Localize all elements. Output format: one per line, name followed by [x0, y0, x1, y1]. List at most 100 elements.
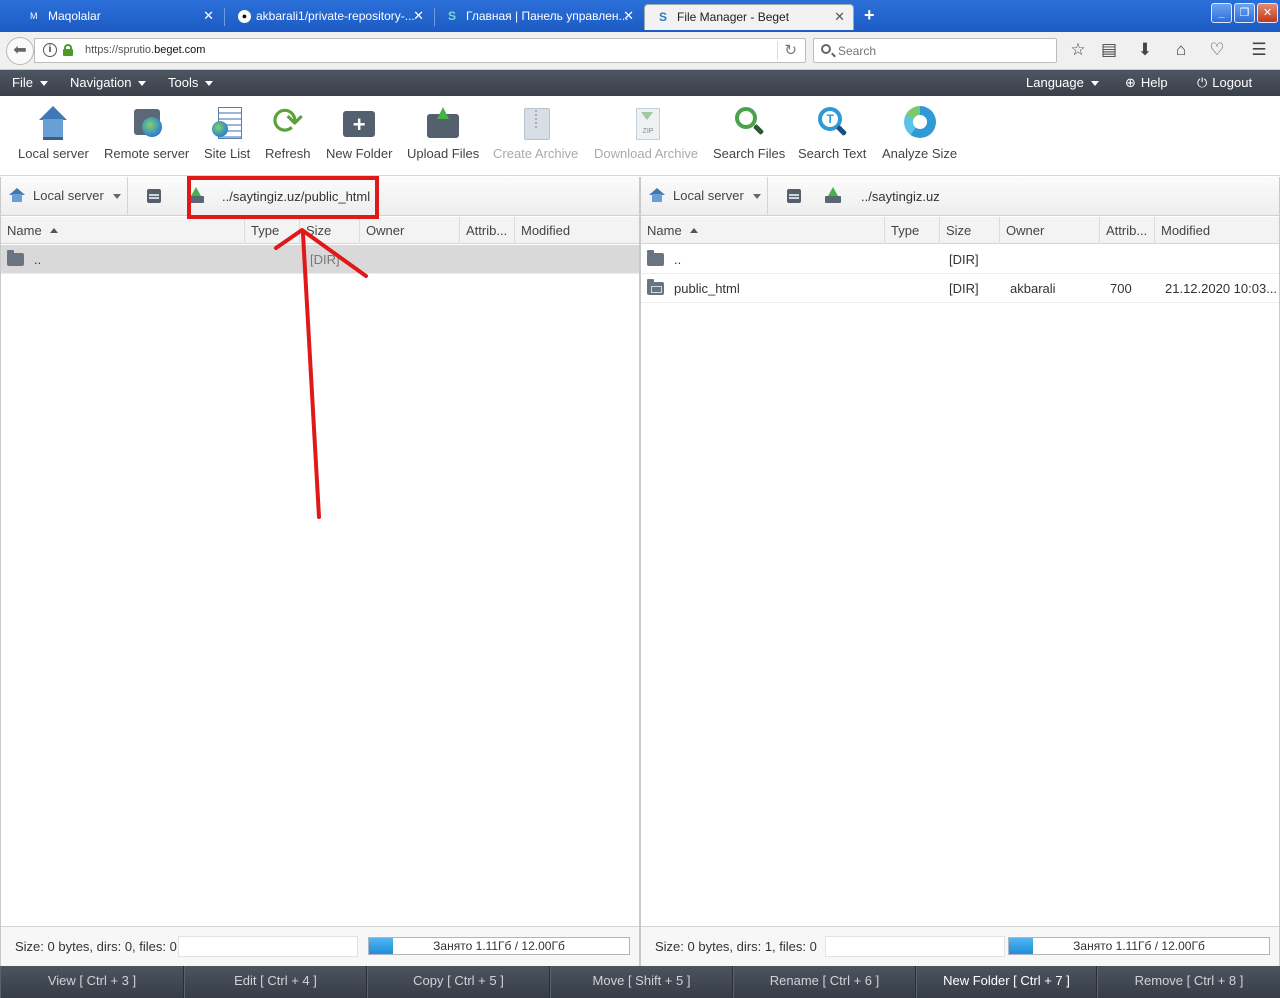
right-server-select[interactable]: Local server [649, 188, 761, 203]
tool-label: Remote server [104, 146, 190, 161]
column-label: Modified [521, 223, 571, 238]
search-text-icon [815, 106, 849, 140]
browser-tab-file-manager[interactable]: S File Manager - Beget ✕ [644, 4, 854, 30]
file-name: .. [34, 252, 42, 267]
left-status-text: Size: 0 bytes, dirs: 0, files: 0 [15, 939, 177, 954]
right-filter-input[interactable] [825, 936, 1005, 957]
create-archive-button[interactable]: Create Archive [493, 106, 578, 161]
column-name[interactable]: Name [1, 217, 245, 244]
table-row[interactable]: .. [DIR] [641, 245, 1279, 274]
tab-title: akbarali1/private-repository-... [256, 9, 415, 23]
table-row[interactable]: .. [DIR] [1, 245, 639, 274]
back-button[interactable]: ⬅ [6, 37, 34, 65]
reading-list-icon[interactable]: ▤ [1098, 40, 1120, 60]
column-size[interactable]: Size [300, 217, 360, 244]
menu-logout[interactable]: ⏻ Logout [1197, 75, 1252, 91]
bookmark-star-icon[interactable]: ☆ [1067, 40, 1089, 60]
left-disk-quota: Занято 1.11Гб / 12.00Гб [368, 937, 630, 955]
right-file-panel: Local server ../saytingiz.uz Name Type S… [640, 177, 1280, 966]
close-tab-icon[interactable]: ✕ [623, 4, 634, 28]
hamburger-menu-icon[interactable]: ☰ [1248, 40, 1270, 60]
column-name[interactable]: Name [641, 217, 885, 244]
web-folder-icon [647, 279, 664, 295]
lock-icon [63, 44, 73, 56]
close-tab-icon[interactable]: ✕ [834, 5, 845, 29]
divider [767, 177, 768, 216]
site-info-icon[interactable]: i [43, 43, 57, 57]
menu-language[interactable]: Language [1026, 75, 1099, 90]
left-filter-input[interactable] [178, 936, 358, 957]
column-type[interactable]: Type [885, 217, 940, 244]
tool-label: Site List [204, 146, 251, 161]
new-folder-button[interactable]: New Folder [326, 106, 392, 161]
right-current-path[interactable]: ../saytingiz.uz [861, 189, 940, 204]
table-row[interactable]: public_html [DIR] akbarali 700 21.12.202… [641, 274, 1279, 303]
browser-search-box[interactable] [813, 38, 1057, 63]
column-label: Type [891, 223, 920, 238]
local-server-button[interactable]: Local server [18, 106, 89, 161]
column-label: Name [647, 223, 682, 238]
browser-search-input[interactable] [838, 42, 1048, 59]
search-files-button[interactable]: Search Files [713, 106, 785, 161]
menu-help[interactable]: ⊕ Help [1125, 75, 1168, 91]
refresh-button[interactable]: Refresh [265, 100, 311, 161]
browser-tab-beget-panel[interactable]: S Главная | Панель управлен... ✕ [422, 4, 642, 30]
column-size[interactable]: Size [940, 217, 1000, 244]
menu-label: Language [1026, 75, 1084, 90]
file-owner: akbarali [1010, 281, 1056, 296]
drive-icon[interactable] [787, 189, 801, 203]
column-owner[interactable]: Owner [360, 217, 460, 244]
file-size: [DIR] [949, 281, 979, 296]
file-name: public_html [674, 281, 740, 296]
remove-button[interactable]: Remove [ Ctrl + 8 ] [1097, 966, 1280, 998]
downloads-icon[interactable]: ⬇ [1134, 40, 1156, 60]
menu-label: Navigation [70, 75, 132, 90]
column-owner[interactable]: Owner [1000, 217, 1100, 244]
column-type[interactable]: Type [245, 217, 300, 244]
close-window-button[interactable]: ✕ [1257, 3, 1278, 23]
browser-tab-maqolalar[interactable]: M Maqolalar ✕ [4, 4, 222, 30]
rename-button[interactable]: Rename [ Ctrl + 6 ] [733, 966, 916, 998]
upload-here-icon[interactable] [825, 187, 841, 203]
column-attrib[interactable]: Attrib... [1100, 217, 1155, 244]
minimize-window-button[interactable]: _ [1211, 3, 1232, 23]
column-attrib[interactable]: Attrib... [460, 217, 515, 244]
menu-navigation[interactable]: Navigation [70, 75, 147, 90]
menu-file[interactable]: File [12, 75, 48, 90]
left-server-select[interactable]: Local server [9, 188, 121, 203]
download-archive-button[interactable]: Download Archive [594, 106, 698, 161]
upload-files-button[interactable]: Upload Files [407, 106, 479, 161]
site-list-button[interactable]: Site List [204, 106, 250, 161]
chevron-down-icon [752, 194, 761, 200]
address-bar[interactable]: i https://sprutio.beget.com ↻ [34, 38, 806, 63]
analyze-size-button[interactable]: Analyze Size [882, 106, 957, 161]
search-text-button[interactable]: Search Text [798, 106, 866, 161]
site-favicon-icon: M [30, 11, 38, 21]
drive-icon[interactable] [147, 189, 161, 203]
divider [127, 177, 128, 216]
column-modified[interactable]: Modified [515, 217, 639, 244]
menu-label: Tools [168, 75, 199, 90]
new-folder-function-button[interactable]: New Folder [ Ctrl + 7 ] [916, 966, 1097, 998]
quota-label: Занято 1.11Гб / 12.00Гб [433, 939, 565, 953]
folder-icon [647, 250, 664, 266]
move-button[interactable]: Move [ Shift + 5 ] [550, 966, 733, 998]
remote-server-button[interactable]: Remote server [104, 106, 189, 161]
menu-tools[interactable]: Tools [168, 75, 214, 90]
copy-button[interactable]: Copy [ Ctrl + 5 ] [367, 966, 550, 998]
home-icon[interactable]: ⌂ [1170, 40, 1192, 60]
tool-label: Upload Files [407, 146, 480, 161]
restore-window-button[interactable]: ❐ [1234, 3, 1255, 23]
home-icon [36, 106, 70, 140]
reload-icon[interactable]: ↻ [777, 41, 797, 60]
column-label: Owner [1006, 223, 1045, 238]
left-status-bar: Size: 0 bytes, dirs: 0, files: 0 Занято … [1, 926, 639, 966]
server-label: Local server [33, 188, 104, 203]
browser-tab-github[interactable]: ● akbarali1/private-repository-... ✕ [212, 4, 432, 30]
edit-button[interactable]: Edit [ Ctrl + 4 ] [184, 966, 367, 998]
new-tab-button[interactable]: + [864, 5, 875, 26]
column-modified[interactable]: Modified [1155, 217, 1279, 244]
menu-label: Logout [1212, 75, 1253, 90]
pocket-icon[interactable]: ♡ [1206, 40, 1228, 60]
view-button[interactable]: View [ Ctrl + 3 ] [0, 966, 184, 998]
